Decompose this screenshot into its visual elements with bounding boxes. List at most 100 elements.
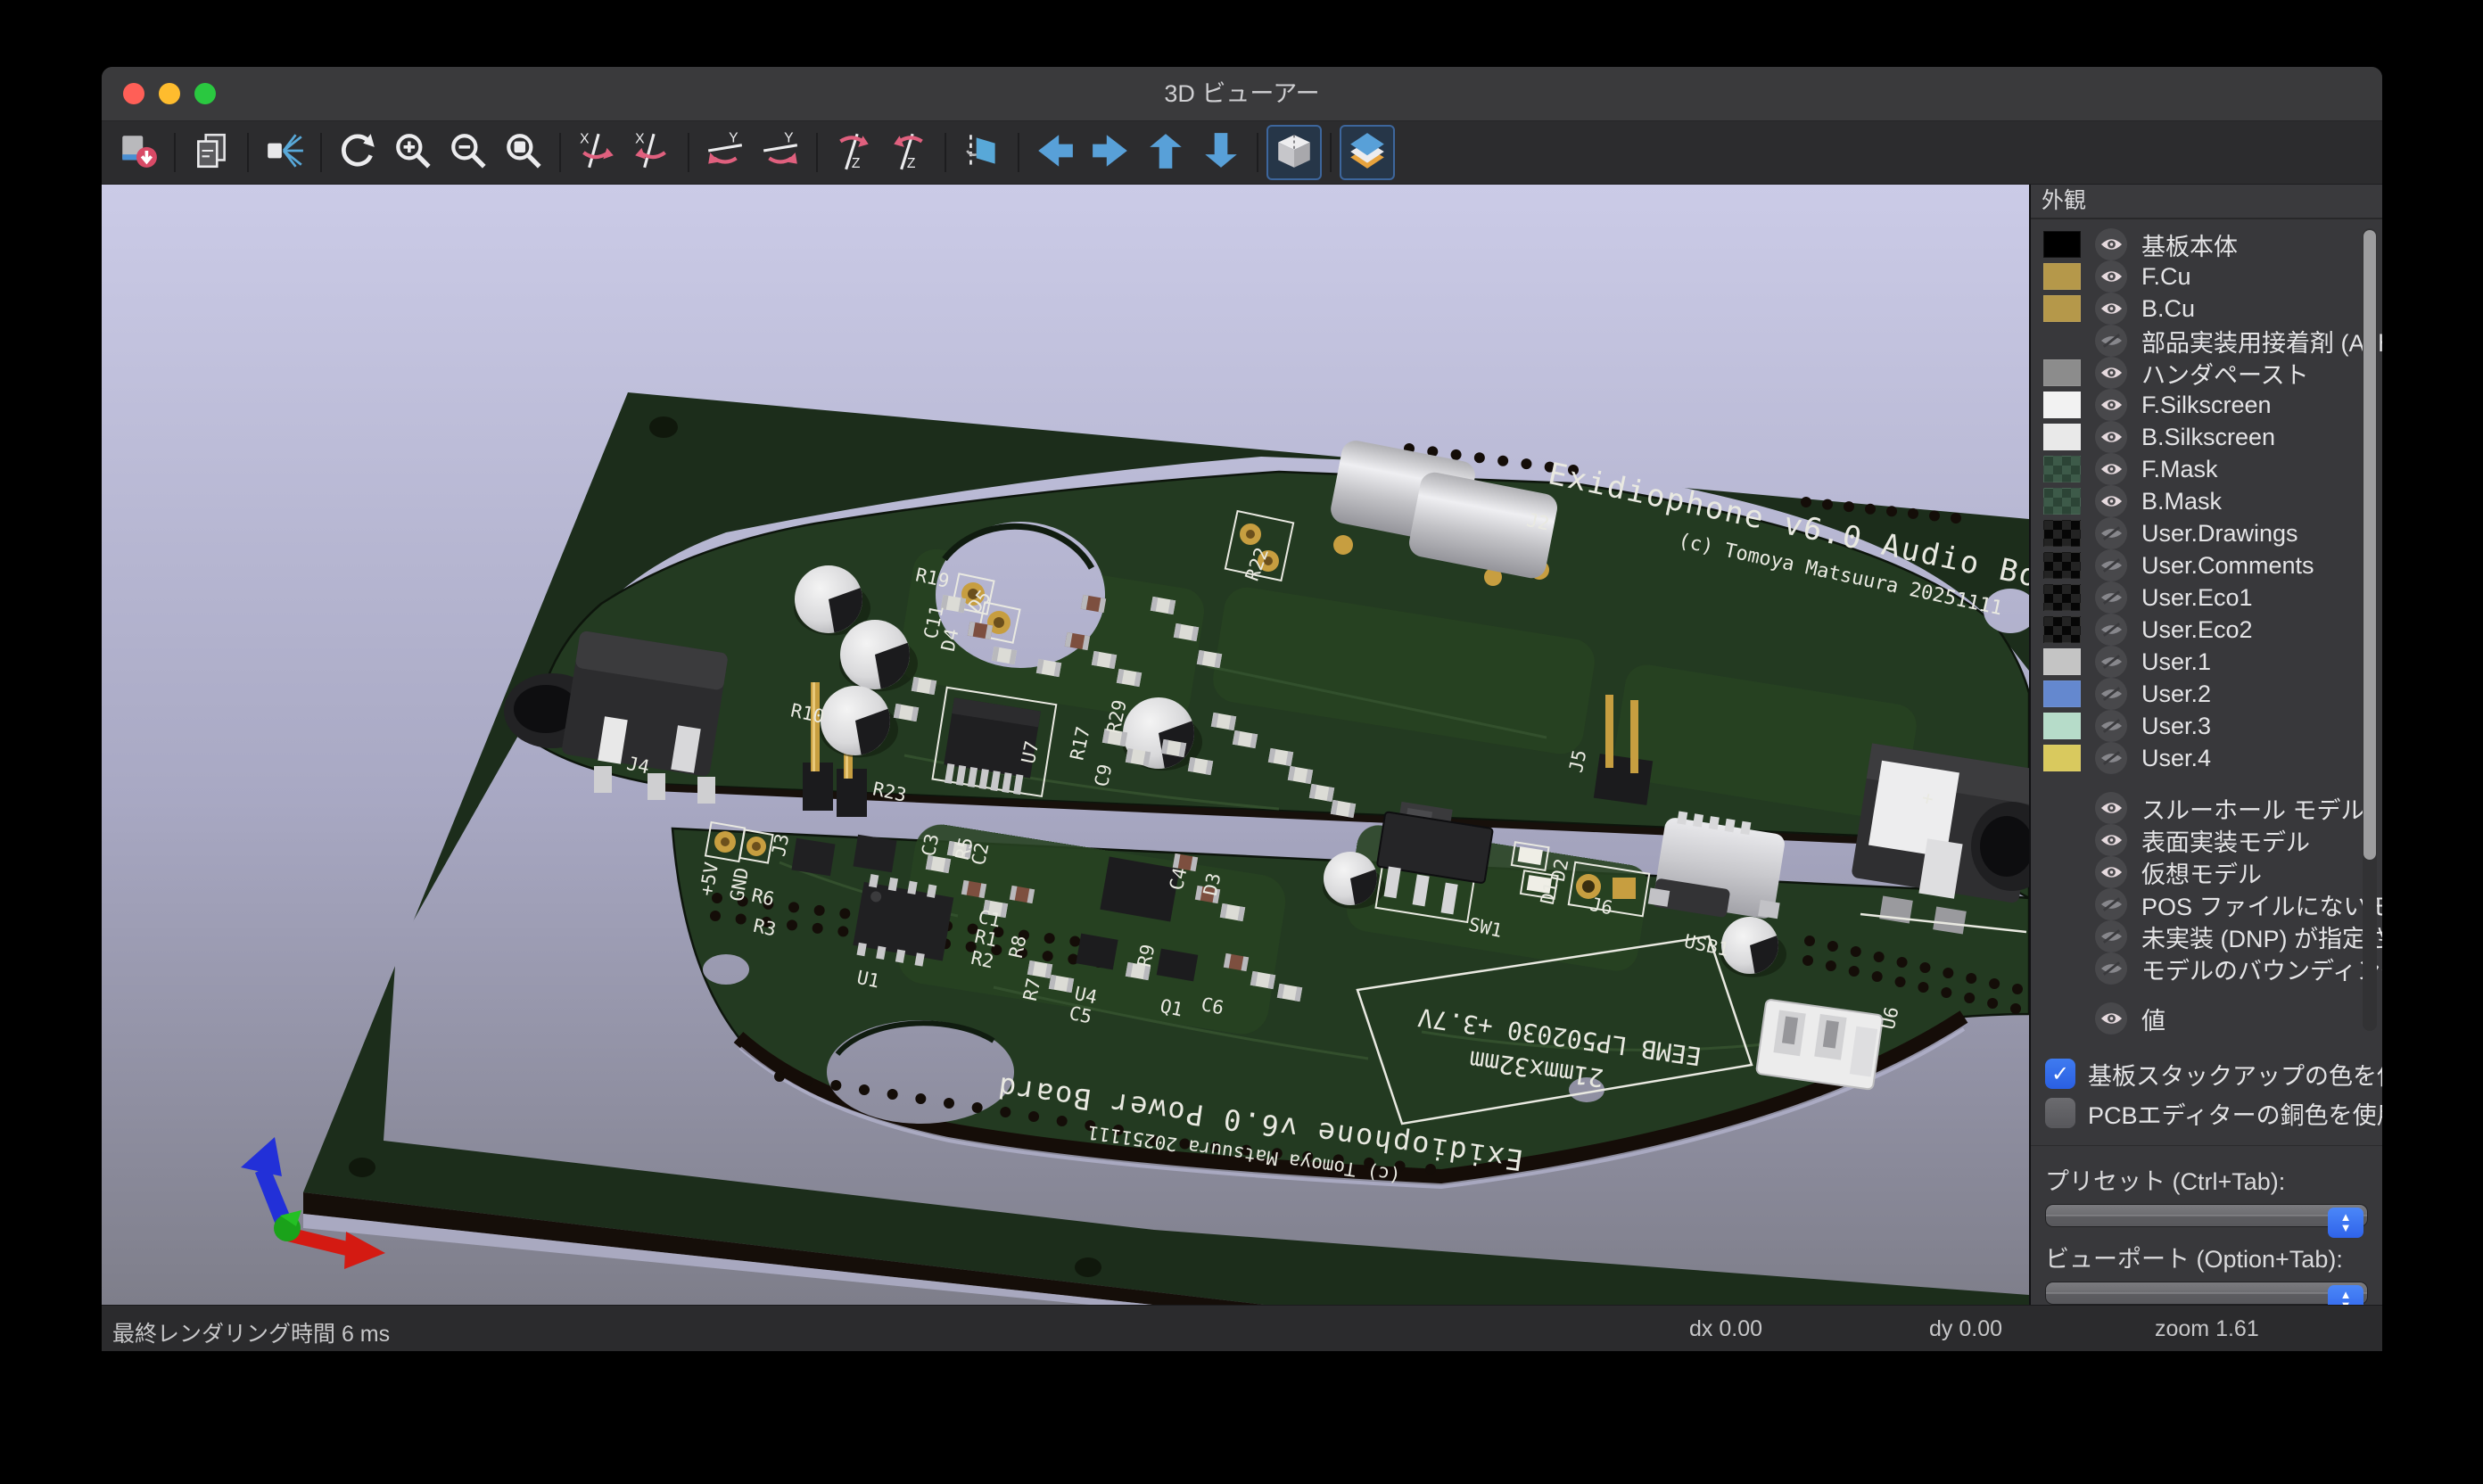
model-row[interactable]: 未実装 (DNP) が指定され bbox=[2031, 920, 2382, 952]
appearance-panel-toggle[interactable] bbox=[1340, 125, 1395, 180]
layer-row[interactable]: User.2 bbox=[2031, 678, 2382, 710]
visibility-off-icon[interactable] bbox=[2095, 614, 2127, 646]
zoom-fit-button[interactable] bbox=[496, 125, 551, 180]
layer-color-swatch[interactable] bbox=[2043, 424, 2081, 450]
checkbox-row[interactable]: ✓基板スタックアップの色を使用 bbox=[2031, 1054, 2382, 1093]
layer-row[interactable]: 基板本体 bbox=[2031, 228, 2382, 260]
visibility-on-icon[interactable] bbox=[2095, 1002, 2127, 1035]
viewport-combobox[interactable]: ▲▼ bbox=[2045, 1282, 2368, 1305]
layer-color-swatch[interactable] bbox=[2043, 456, 2081, 482]
preset-combobox[interactable]: ▲▼ bbox=[2045, 1204, 2368, 1227]
zoom-in-button[interactable] bbox=[385, 125, 441, 180]
rotate-x-cw-button[interactable]: X bbox=[569, 125, 624, 180]
visibility-off-icon[interactable] bbox=[2095, 742, 2127, 774]
visibility-on-icon[interactable] bbox=[2095, 228, 2127, 260]
visibility-off-icon[interactable] bbox=[2095, 549, 2127, 581]
visibility-on-icon[interactable] bbox=[2095, 260, 2127, 293]
layer-color-swatch[interactable] bbox=[2043, 584, 2081, 611]
layer-color-swatch[interactable] bbox=[2043, 295, 2081, 322]
layer-color-swatch[interactable] bbox=[2043, 552, 2081, 579]
orthographic-projection-toggle[interactable] bbox=[1266, 125, 1322, 180]
layer-color-swatch[interactable] bbox=[2043, 680, 2081, 707]
visibility-off-icon[interactable] bbox=[2095, 325, 2127, 357]
pan-right-button[interactable] bbox=[1083, 125, 1138, 180]
visibility-on-icon[interactable] bbox=[2095, 293, 2127, 325]
checkbox-row[interactable]: PCBエディターの銅色を使用 bbox=[2031, 1093, 2382, 1133]
layer-list[interactable]: 基板本体F.CuB.Cu部品実装用接着剤 (AdheハンダペーストF.Silks… bbox=[2031, 219, 2382, 1049]
layer-row[interactable]: User.Eco1 bbox=[2031, 581, 2382, 614]
checkbox-checked[interactable]: ✓ bbox=[2045, 1059, 2075, 1089]
visibility-off-icon[interactable] bbox=[2095, 678, 2127, 710]
visibility-on-icon[interactable] bbox=[2095, 856, 2127, 888]
layer-row[interactable]: User.Eco2 bbox=[2031, 614, 2382, 646]
checkbox-unchecked[interactable] bbox=[2045, 1098, 2075, 1128]
raytracing-render-button[interactable] bbox=[257, 125, 312, 180]
model-row[interactable]: POS ファイルにないモデ bbox=[2031, 888, 2382, 920]
visibility-off-icon[interactable] bbox=[2095, 710, 2127, 742]
visibility-off-icon[interactable] bbox=[2095, 517, 2127, 549]
rotate-y-cw-button[interactable]: Y bbox=[697, 125, 753, 180]
viewport-preset-label: ビューポート (Option+Tab): bbox=[2045, 1240, 2382, 1274]
layer-row[interactable]: B.Cu bbox=[2031, 293, 2382, 325]
visibility-on-icon[interactable] bbox=[2095, 389, 2127, 421]
visibility-off-icon[interactable] bbox=[2095, 952, 2127, 985]
layer-color-swatch[interactable] bbox=[2043, 488, 2081, 515]
model-row[interactable]: スルーホール モデル bbox=[2031, 792, 2382, 824]
pan-down-button[interactable] bbox=[1193, 125, 1249, 180]
combobox-stepper-icon[interactable]: ▲▼ bbox=[2328, 1285, 2363, 1305]
title-bar[interactable]: 3D ビューアー bbox=[102, 67, 2382, 121]
combobox-stepper-icon[interactable]: ▲▼ bbox=[2328, 1208, 2363, 1238]
copy-image-button[interactable] bbox=[184, 125, 239, 180]
layer-row[interactable]: User.Drawings bbox=[2031, 517, 2382, 549]
visibility-off-icon[interactable] bbox=[2095, 920, 2127, 952]
visibility-on-icon[interactable] bbox=[2095, 357, 2127, 389]
pan-left-button[interactable] bbox=[1027, 125, 1083, 180]
export-3d-image-button[interactable] bbox=[111, 125, 166, 180]
visibility-off-icon[interactable] bbox=[2095, 888, 2127, 920]
zoom-out-button[interactable] bbox=[441, 125, 496, 180]
visibility-on-icon[interactable] bbox=[2095, 792, 2127, 824]
visibility-on-icon[interactable] bbox=[2095, 421, 2127, 453]
layer-color-swatch[interactable] bbox=[2043, 263, 2081, 290]
layer-row[interactable]: F.Mask bbox=[2031, 453, 2382, 485]
model-row[interactable]: モデルのバウンディング bbox=[2031, 952, 2382, 985]
layer-row[interactable]: ハンダペースト bbox=[2031, 357, 2382, 389]
layer-row[interactable]: User.Comments bbox=[2031, 549, 2382, 581]
layer-row[interactable]: F.Silkscreen bbox=[2031, 389, 2382, 421]
layer-row[interactable]: 部品実装用接着剤 (Adhe bbox=[2031, 325, 2382, 357]
layer-row[interactable]: User.1 bbox=[2031, 646, 2382, 678]
model-row[interactable]: 値 bbox=[2031, 1002, 2382, 1035]
visibility-off-icon[interactable] bbox=[2095, 646, 2127, 678]
layer-color-swatch[interactable] bbox=[2043, 616, 2081, 643]
arrow-left-icon bbox=[1035, 130, 1076, 176]
visibility-on-icon[interactable] bbox=[2095, 824, 2127, 856]
layer-color-swatch[interactable] bbox=[2043, 745, 2081, 771]
layer-color-swatch[interactable] bbox=[2043, 648, 2081, 675]
pan-up-button[interactable] bbox=[1138, 125, 1193, 180]
visibility-off-icon[interactable] bbox=[2095, 581, 2127, 614]
layer-row[interactable]: User.4 bbox=[2031, 742, 2382, 774]
layer-color-swatch[interactable] bbox=[2043, 231, 2081, 258]
layer-color-swatch[interactable] bbox=[2043, 520, 2081, 547]
visibility-on-icon[interactable] bbox=[2095, 485, 2127, 517]
layer-row[interactable]: F.Cu bbox=[2031, 260, 2382, 293]
layer-row[interactable]: User.3 bbox=[2031, 710, 2382, 742]
3d-viewport[interactable]: Exidiophone v6.0 Audio Board(c) Tomoya M… bbox=[102, 185, 2029, 1305]
scrollbar-thumb[interactable] bbox=[2363, 230, 2376, 860]
rotate-z-ccw-button[interactable]: Z bbox=[881, 125, 936, 180]
rotate-z-cw-button[interactable]: Z bbox=[826, 125, 881, 180]
rotate-x-ccw-button[interactable]: X bbox=[624, 125, 680, 180]
rotate-y-ccw-button[interactable]: Y bbox=[753, 125, 808, 180]
flip-board-button[interactable] bbox=[954, 125, 1010, 180]
layer-row[interactable]: B.Silkscreen bbox=[2031, 421, 2382, 453]
model-row[interactable]: 表面実装モデル bbox=[2031, 824, 2382, 856]
redraw-button[interactable] bbox=[330, 125, 385, 180]
layer-color-swatch[interactable] bbox=[2043, 713, 2081, 739]
layer-list-scrollbar[interactable] bbox=[2363, 228, 2377, 1031]
layer-label: User.4 bbox=[2141, 745, 2211, 772]
visibility-on-icon[interactable] bbox=[2095, 453, 2127, 485]
layer-color-swatch[interactable] bbox=[2043, 392, 2081, 418]
model-row[interactable]: 仮想モデル bbox=[2031, 856, 2382, 888]
layer-color-swatch[interactable] bbox=[2043, 359, 2081, 386]
layer-row[interactable]: B.Mask bbox=[2031, 485, 2382, 517]
